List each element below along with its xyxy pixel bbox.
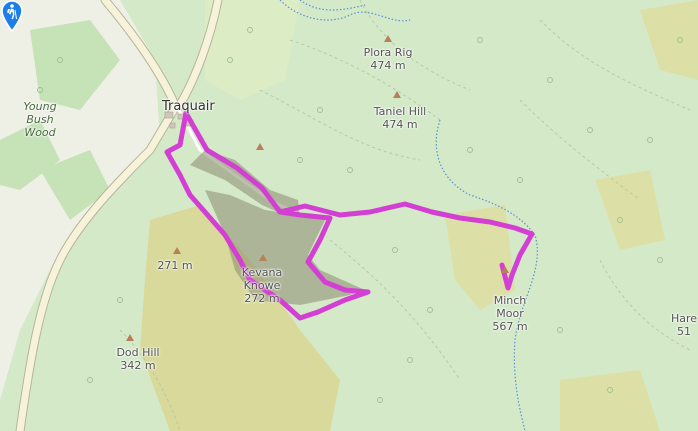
hiker-marker-icon[interactable]: [0, 0, 24, 32]
peak-elevation: 51: [677, 325, 691, 338]
peak-label-hare: Hare 51: [670, 312, 698, 338]
peak-elevation: 272 m: [244, 292, 280, 305]
peak-label-plora-rig: Plora Rig 474 m: [358, 46, 418, 72]
village-label: Traquair: [162, 99, 215, 114]
peak-label-knowe: Kevana Knowe 272 m: [232, 266, 292, 305]
peak-label-taniel-hill: Taniel Hill 474 m: [365, 105, 435, 131]
map-view[interactable]: Traquair Young Bush Wood Plora Rig 474 m…: [0, 0, 698, 431]
peak-label-271: 271 m: [150, 259, 200, 272]
peak-elevation: 474 m: [370, 59, 406, 72]
peak-elevation: 342 m: [120, 359, 156, 372]
peak-label-minch-moor: Minch Moor 567 m: [485, 294, 535, 333]
peak-name: Minch Moor: [493, 294, 527, 320]
peak-name: Plora Rig: [363, 46, 413, 59]
peak-name: Kevana Knowe: [241, 266, 283, 292]
peak-label-dod-hill: Dod Hill 342 m: [108, 346, 168, 372]
map-canvas: [0, 0, 698, 431]
peak-elevation: 567 m: [492, 320, 528, 333]
peak-name: Hare: [670, 312, 698, 325]
peak-elevation: 474 m: [382, 118, 418, 131]
peak-elevation: 271 m: [157, 259, 193, 272]
wood-label: Young Bush Wood: [23, 100, 57, 139]
peak-name: Dod Hill: [116, 346, 160, 359]
peak-name: Taniel Hill: [373, 105, 427, 118]
